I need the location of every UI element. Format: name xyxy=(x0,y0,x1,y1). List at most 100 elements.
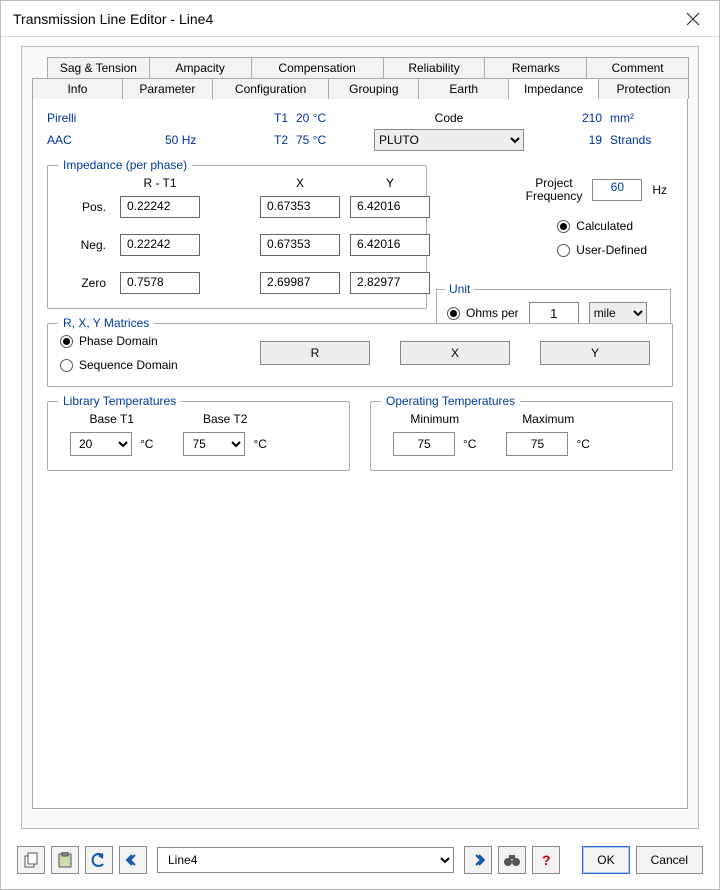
matrices-group: R, X, Y Matrices Phase Domain Sequence D… xyxy=(47,323,673,387)
operating-temps-legend: Operating Temperatures xyxy=(381,394,520,408)
tab-reliability[interactable]: Reliability xyxy=(383,57,486,78)
tab-protection[interactable]: Protection xyxy=(598,78,689,99)
radio-phase-domain[interactable]: Phase Domain xyxy=(60,334,230,348)
impedance-group: Impedance (per phase) R - T1 X Y Pos. 0.… xyxy=(47,165,427,309)
base-t2-select[interactable]: 75 xyxy=(183,432,245,456)
col-y: Y xyxy=(350,176,430,190)
project-frequency-value[interactable]: 60 xyxy=(592,179,642,201)
tab-sag-tension[interactable]: Sag & Tension xyxy=(47,57,150,78)
impedance-headers: R - T1 X Y xyxy=(60,176,414,190)
zero-x[interactable]: 2.69987 xyxy=(260,272,340,294)
tab-compensation[interactable]: Compensation xyxy=(251,57,384,78)
base-t1-label: Base T1 xyxy=(89,412,133,426)
size-unit: mm² xyxy=(610,111,680,125)
project-frequency-unit: Hz xyxy=(652,183,667,197)
ok-button[interactable]: OK xyxy=(582,846,629,874)
tab-comment[interactable]: Comment xyxy=(586,57,689,78)
code-select[interactable]: PLUTO xyxy=(374,129,524,151)
tab-impedance[interactable]: Impedance xyxy=(508,78,599,99)
titlebar: Transmission Line Editor - Line4 xyxy=(1,1,719,37)
radio-user-defined[interactable]: User-Defined xyxy=(557,243,647,257)
unit-c: °C xyxy=(576,437,589,451)
tab-grouping[interactable]: Grouping xyxy=(328,78,419,99)
base-t2-label: Base T2 xyxy=(203,412,247,426)
cancel-button[interactable]: Cancel xyxy=(636,846,703,874)
tabs-row-2: Info Parameter Configuration Grouping Ea… xyxy=(32,78,688,99)
close-button[interactable] xyxy=(679,5,707,33)
strands-value: 19 xyxy=(532,133,602,147)
matrix-r-button[interactable]: R xyxy=(260,341,370,365)
find-button[interactable] xyxy=(498,846,526,874)
unit-legend: Unit xyxy=(445,282,474,296)
radio-ohms-per[interactable]: Ohms per xyxy=(447,306,519,320)
pos-r[interactable]: 0.22242 xyxy=(120,196,200,218)
next-button[interactable] xyxy=(464,846,492,874)
neg-label: Neg. xyxy=(60,238,110,252)
base-t1-select[interactable]: 20 xyxy=(70,432,132,456)
close-icon xyxy=(686,12,700,26)
t2-label: T2 xyxy=(243,133,288,147)
unit-c: °C xyxy=(463,437,476,451)
tab-parameter[interactable]: Parameter xyxy=(122,78,213,99)
strands-unit: Strands xyxy=(610,133,680,147)
tabs-row-1: Sag & Tension Ampacity Compensation Reli… xyxy=(47,57,688,78)
min-temp-label: Minimum xyxy=(410,412,459,426)
chevron-right-icon xyxy=(471,853,485,867)
tab-earth[interactable]: Earth xyxy=(418,78,509,99)
help-button[interactable]: ? xyxy=(532,846,560,874)
project-frequency: ProjectFrequency 60 Hz xyxy=(526,177,667,203)
neg-r[interactable]: 0.22242 xyxy=(120,234,200,256)
code-label: Code xyxy=(374,111,524,125)
window-title: Transmission Line Editor - Line4 xyxy=(13,11,679,27)
matrix-y-button[interactable]: Y xyxy=(540,341,650,365)
radio-dot-icon xyxy=(60,359,73,372)
pos-x[interactable]: 0.67353 xyxy=(260,196,340,218)
radio-dot-icon xyxy=(447,307,460,320)
radio-calculated[interactable]: Calculated xyxy=(557,219,647,233)
undo-icon xyxy=(91,852,107,868)
tab-remarks[interactable]: Remarks xyxy=(484,57,587,78)
col-r: R - T1 xyxy=(120,176,200,190)
chevron-left-icon xyxy=(126,853,140,867)
radio-dot-icon xyxy=(557,220,570,233)
unit-per-select[interactable]: mile xyxy=(589,302,647,324)
unit-per-value[interactable] xyxy=(529,302,579,324)
tab-info[interactable]: Info xyxy=(32,78,123,99)
min-temp-input[interactable] xyxy=(393,432,455,456)
paste-button[interactable] xyxy=(51,846,79,874)
tab-configuration[interactable]: Configuration xyxy=(212,78,330,99)
pos-label: Pos. xyxy=(60,200,110,214)
zero-y[interactable]: 2.82977 xyxy=(350,272,430,294)
copy-button[interactable] xyxy=(17,846,45,874)
neg-y[interactable]: 6.42016 xyxy=(350,234,430,256)
prev-button[interactable] xyxy=(119,846,147,874)
library-temps-legend: Library Temperatures xyxy=(58,394,181,408)
zero-r[interactable]: 0.7578 xyxy=(120,272,200,294)
binoculars-icon xyxy=(504,853,520,867)
radio-dot-icon xyxy=(557,244,570,257)
freq-unit: Hz xyxy=(182,133,197,147)
pos-y[interactable]: 6.42016 xyxy=(350,196,430,218)
element-navigator[interactable]: Line4 xyxy=(157,847,454,873)
t1-value: 20 °C xyxy=(296,111,366,125)
t2-value: 75 °C xyxy=(296,133,366,147)
paste-icon xyxy=(57,852,73,868)
neg-x[interactable]: 0.67353 xyxy=(260,234,340,256)
project-frequency-label: ProjectFrequency xyxy=(526,177,583,203)
size-value: 210 xyxy=(532,111,602,125)
matrix-x-button[interactable]: X xyxy=(400,341,510,365)
header-grid: Pirelli T1 20 °C Code 210 mm² AAC 50 Hz … xyxy=(47,111,673,151)
undo-button[interactable] xyxy=(85,846,113,874)
svg-text:?: ? xyxy=(542,852,551,868)
client-area: Sag & Tension Ampacity Compensation Reli… xyxy=(21,46,699,829)
operating-temps-group: Operating Temperatures Minimum °C Maximu… xyxy=(370,401,673,471)
tab-ampacity[interactable]: Ampacity xyxy=(149,57,252,78)
max-temp-input[interactable] xyxy=(506,432,568,456)
window: Transmission Line Editor - Line4 Sag & T… xyxy=(0,0,720,890)
temperatures-row: Library Temperatures Base T1 20 °C Base … xyxy=(47,401,673,485)
radio-sequence-domain[interactable]: Sequence Domain xyxy=(60,358,230,372)
help-icon: ? xyxy=(539,852,553,868)
zero-label: Zero xyxy=(60,276,110,290)
matrices-legend: R, X, Y Matrices xyxy=(58,316,154,330)
manufacturer-label: Pirelli xyxy=(47,111,157,125)
